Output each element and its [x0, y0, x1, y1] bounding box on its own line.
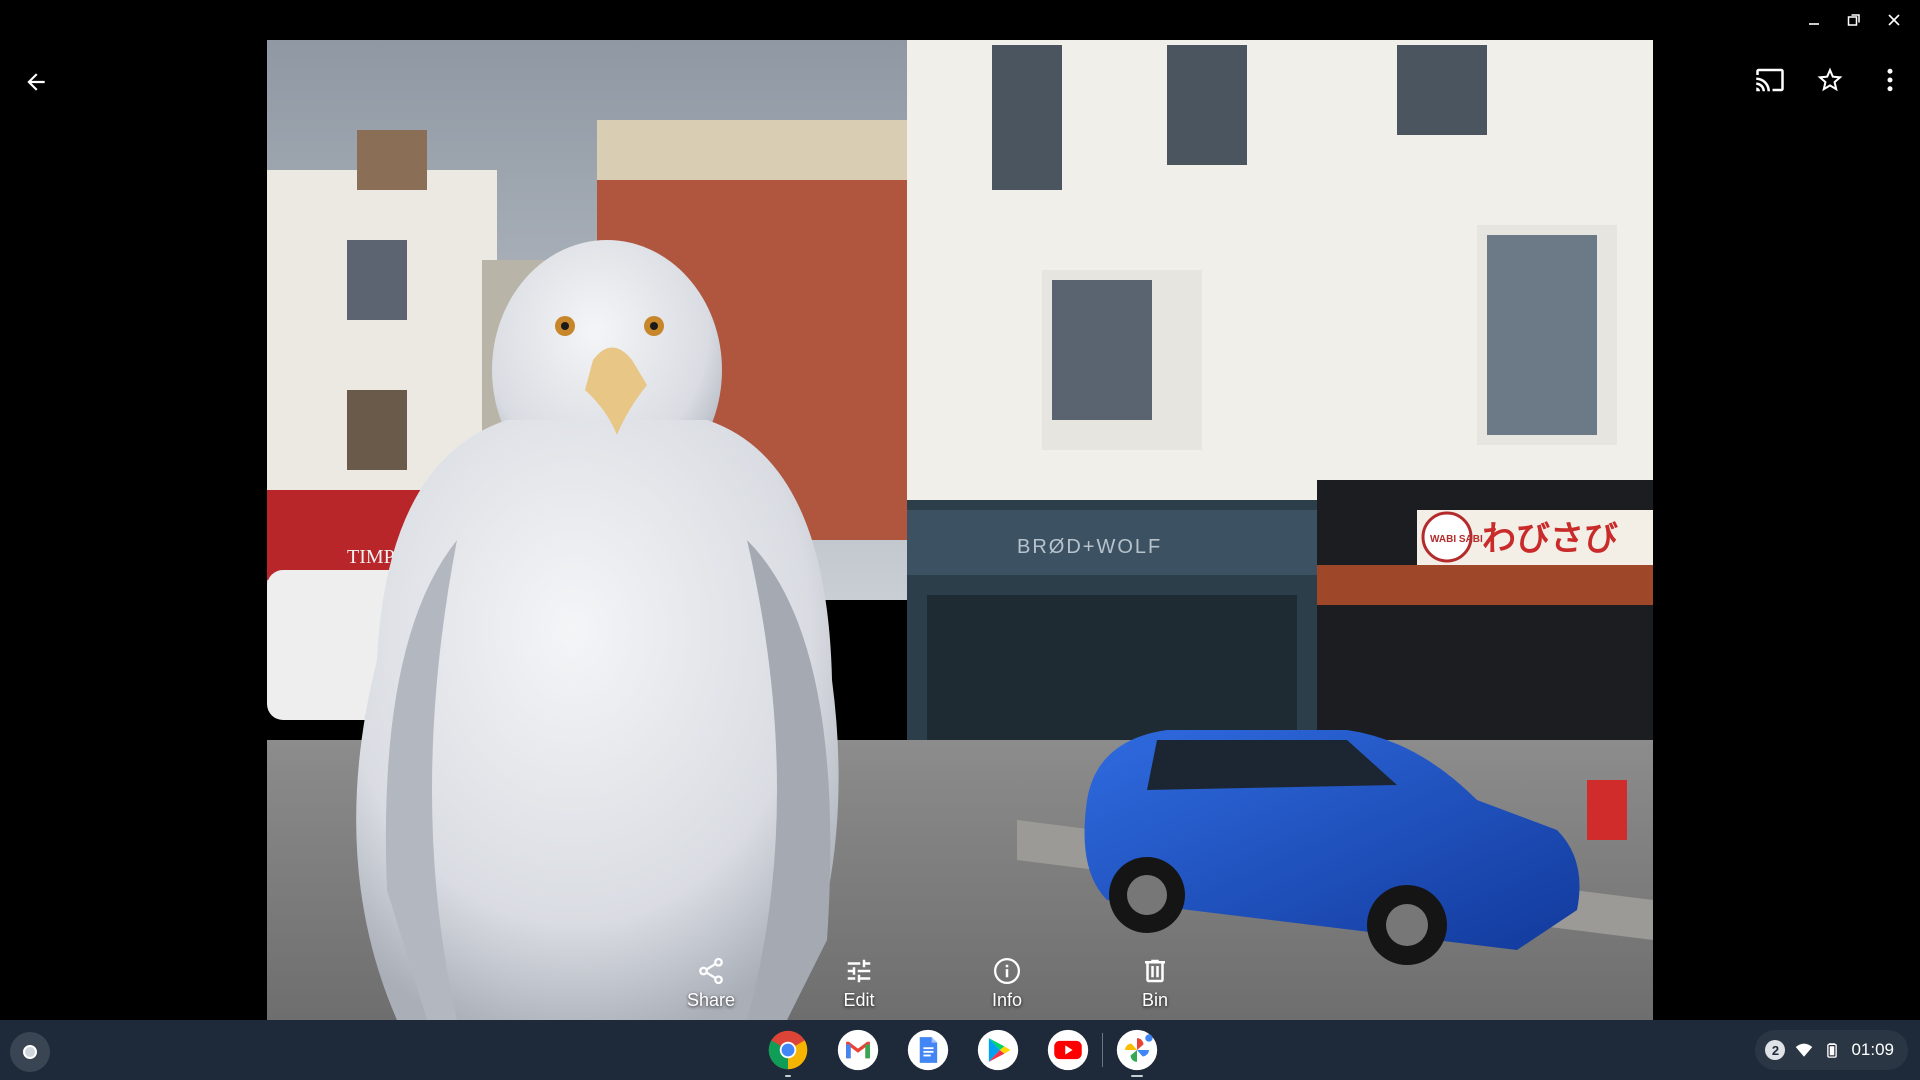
- restaurant-sign: わびさび: [1482, 519, 1618, 559]
- back-button[interactable]: [14, 60, 58, 104]
- brod-wolf-sign: BRØD+WOLF: [1017, 536, 1162, 558]
- minimize-icon: [1809, 23, 1819, 25]
- shelf-app-youtube[interactable]: [1044, 1026, 1092, 1074]
- shelf-divider: [1102, 1033, 1103, 1067]
- photo-action-bar: Share Edit Info Bin: [667, 956, 1199, 1011]
- play-store-icon: [977, 1029, 1019, 1071]
- shelf-app-play-store[interactable]: [974, 1026, 1022, 1074]
- share-icon: [699, 957, 723, 985]
- wifi-icon: [1796, 1043, 1813, 1057]
- gmail-icon: [837, 1029, 879, 1071]
- bin-label: Bin: [1141, 990, 1168, 1010]
- cast-icon: [1756, 68, 1784, 92]
- restore-button[interactable]: [1838, 8, 1870, 32]
- chrome-icon: [768, 1030, 808, 1070]
- youtube-icon: [1047, 1029, 1089, 1071]
- arrow-back-icon: [27, 73, 45, 91]
- active-indicator: [1131, 1075, 1143, 1077]
- more-options-button[interactable]: [1870, 58, 1910, 102]
- share-label: Share: [686, 990, 736, 1010]
- star-outline-icon: [1817, 67, 1843, 92]
- edit-label: Edit: [843, 990, 875, 1010]
- info-icon: [994, 958, 1020, 984]
- docs-icon: [907, 1029, 949, 1071]
- close-icon: [1888, 14, 1900, 26]
- photo-viewer-image: TIMPSON BRØD+WOLF WABI SABI わびさび: [267, 40, 1653, 1020]
- share-button[interactable]: Share: [667, 956, 755, 1011]
- bin-button[interactable]: Bin: [1111, 956, 1199, 1011]
- notification-count-badge: 2: [1765, 1040, 1786, 1060]
- launcher-icon: [23, 1045, 37, 1059]
- shelf-app-photos[interactable]: [1113, 1026, 1161, 1077]
- trash-icon: [1145, 959, 1165, 983]
- photos-icon: [1116, 1029, 1158, 1071]
- tune-icon: [847, 959, 871, 983]
- info-button[interactable]: Info: [963, 956, 1051, 1011]
- favorite-button[interactable]: [1810, 58, 1850, 102]
- shelf-app-docs[interactable]: [904, 1026, 952, 1074]
- top-toolbar: [1750, 58, 1910, 102]
- shelf-apps: [764, 1026, 1161, 1077]
- more-vert-icon: [1887, 68, 1893, 92]
- launcher-button[interactable]: [10, 1032, 50, 1072]
- wabi-sabi-logo: WABI SABI: [1430, 534, 1483, 545]
- shelf-app-gmail[interactable]: [834, 1026, 882, 1074]
- shelf-app-chrome[interactable]: [764, 1026, 812, 1077]
- close-button[interactable]: [1878, 8, 1910, 32]
- restore-icon: [1847, 14, 1860, 26]
- minimize-button[interactable]: [1798, 8, 1830, 32]
- cast-button[interactable]: [1750, 58, 1790, 102]
- window-controls: [1798, 8, 1910, 32]
- status-tray[interactable]: 2 01:09: [1755, 1030, 1908, 1070]
- clock: 01:09: [1851, 1040, 1894, 1059]
- battery-icon: [1827, 1043, 1838, 1058]
- info-label: Info: [991, 990, 1023, 1010]
- shelf: 2 01:09: [0, 1020, 1920, 1080]
- edit-button[interactable]: Edit: [815, 956, 903, 1011]
- running-indicator: [785, 1075, 791, 1077]
